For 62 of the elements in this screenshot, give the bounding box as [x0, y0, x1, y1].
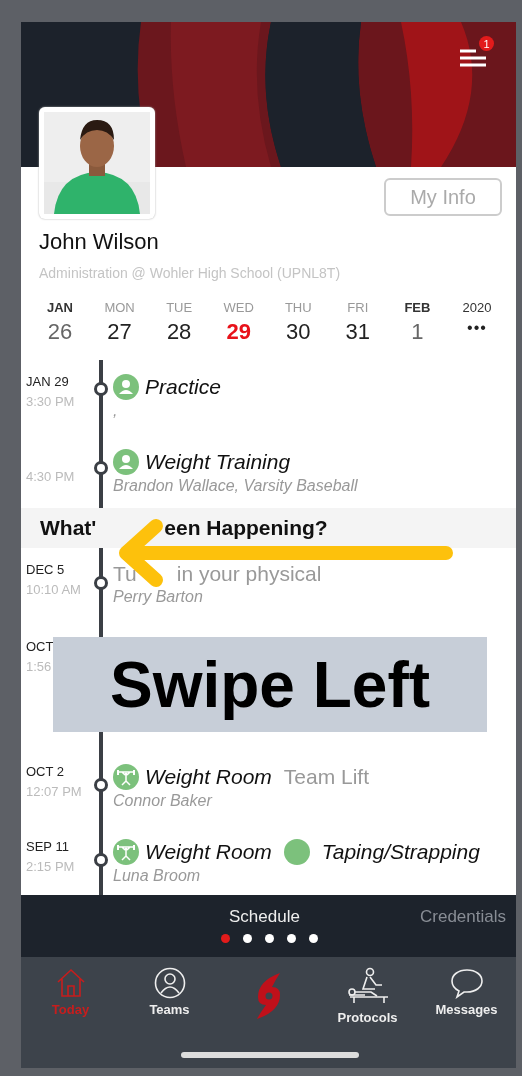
page-dot[interactable] [243, 934, 252, 943]
page-dot[interactable] [265, 934, 274, 943]
tab-bar-item[interactable]: Messages [417, 967, 516, 1031]
day-number[interactable]: ••• [467, 319, 487, 337]
weekday-label: FRI [347, 300, 369, 315]
day-number[interactable]: 28 [166, 319, 192, 345]
day-number[interactable]: 31 [345, 319, 371, 345]
event-title: in your physical [176, 562, 322, 586]
page-dot[interactable] [287, 934, 296, 943]
event-title: Weight Room [145, 840, 272, 864]
event-subtitle: Brandon Wallace, Varsity Baseball [113, 477, 358, 495]
day-number[interactable]: 30 [286, 319, 311, 345]
event-subtitle: Connor Baker [113, 792, 214, 810]
event-title: Tu [113, 562, 137, 586]
event-tag: Taping/Strapping [321, 840, 480, 864]
event-time: 3:30 PM [26, 394, 76, 409]
person-icon [113, 449, 139, 475]
person-icon [113, 374, 139, 400]
tab-bar-item[interactable]: Protocols [318, 967, 417, 1031]
event-date: OCT [26, 639, 55, 655]
event-subtitle: , [113, 402, 119, 420]
event-date: SEP 11 [26, 839, 70, 855]
day-number[interactable]: 1 [411, 319, 424, 345]
day-number[interactable]: 27 [107, 319, 132, 345]
swipe-left-label: Swipe Left [53, 637, 487, 732]
weekday-label: FEB [404, 300, 431, 315]
weekday-label: TUE [166, 300, 193, 315]
event-title: Practice [145, 375, 221, 399]
event-title: Weight Training [145, 450, 291, 474]
tab-bar-item[interactable]: Teams [120, 967, 219, 1031]
status-dot [283, 839, 310, 865]
event-time: 12:07 PM [26, 784, 83, 799]
event-title: Weight Room [145, 765, 272, 789]
day-number[interactable]: 29 [226, 319, 251, 345]
section-heading: What' [40, 516, 97, 540]
section-heading: een Happening? [164, 516, 328, 540]
weightlifter-icon [113, 839, 139, 865]
weightlifter-icon [113, 764, 139, 790]
event-tag: Team Lift [283, 765, 370, 789]
weekday-label: MON [104, 300, 135, 315]
event-time: 1:56 [26, 659, 53, 674]
event-date: JAN 29 [26, 374, 70, 390]
event-subtitle: Perry Barton [113, 588, 204, 606]
weekday-label: WED [223, 300, 254, 315]
event-time: 2:15 PM [26, 859, 76, 874]
event-date: OCT 2 [26, 764, 66, 780]
weekday-label: 2020 [462, 300, 492, 315]
page-label[interactable]: Credentials [420, 907, 506, 927]
event-date: DEC 5 [26, 562, 66, 578]
page-label[interactable]: Schedule [229, 907, 300, 927]
profile-name: John Wilson [39, 229, 159, 255]
page-dot[interactable] [309, 934, 318, 943]
user-icon [153, 967, 186, 999]
speech-bubble-icon [449, 967, 484, 999]
event-subtitle: Luna Broom [113, 867, 202, 885]
profile-subtitle: Administration @ Wohler High School (UPNL8T) [39, 265, 341, 281]
event-time: 4:30 PM [26, 469, 76, 484]
weekday-label: JAN [47, 300, 73, 315]
page-dot[interactable] [221, 934, 230, 943]
event-time: 10:10 AM [26, 582, 82, 597]
weekday-label: THU [284, 300, 312, 315]
day-number[interactable]: 26 [47, 319, 73, 345]
